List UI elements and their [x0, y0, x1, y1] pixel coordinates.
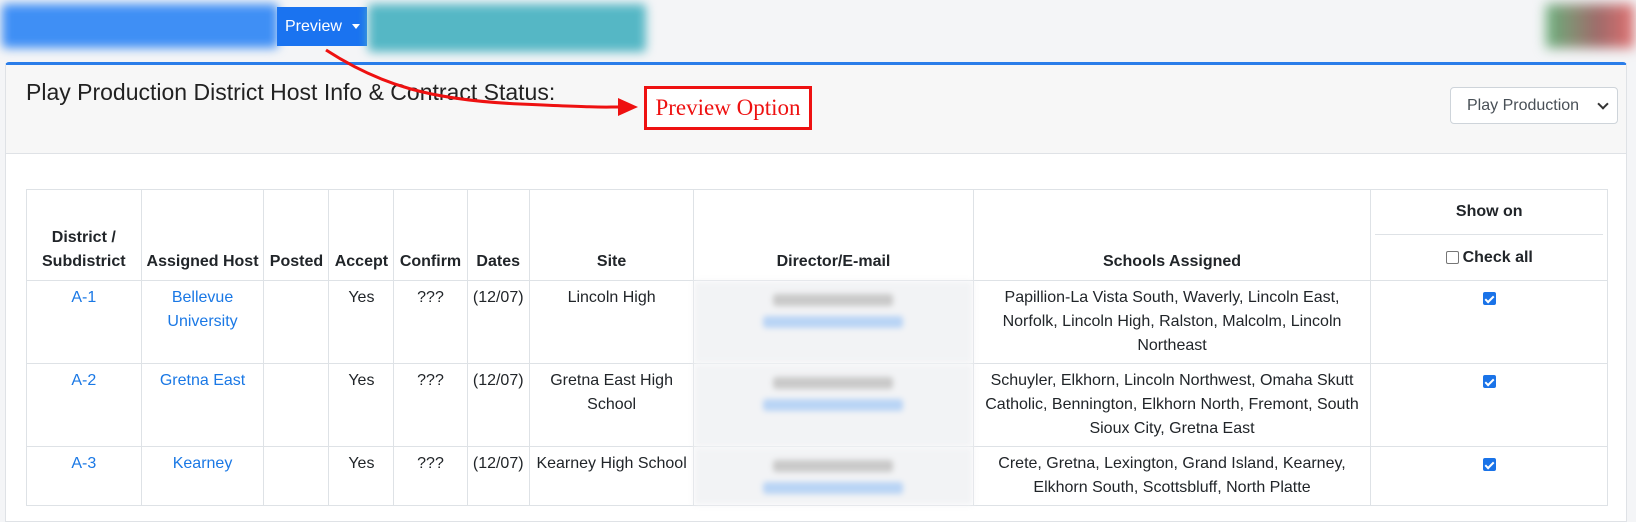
dates-cell: (12/07)	[466, 446, 530, 506]
col-posted: Posted	[263, 189, 330, 281]
schools-cell: Papillion-La Vista South, Waverly, Linco…	[972, 280, 1372, 364]
redacted-nav-middle	[368, 4, 646, 52]
posted-cell	[263, 363, 330, 447]
activity-select[interactable]: Play Production	[1450, 87, 1618, 124]
activity-select-value: Play Production	[1467, 96, 1580, 114]
show-on-label: Show on	[1375, 190, 1603, 235]
posted-cell	[263, 280, 330, 364]
director-cell-redacted	[693, 363, 974, 447]
director-cell-redacted	[693, 446, 974, 506]
site-cell: Gretna East High School	[528, 363, 695, 447]
contract-status-table: District / Subdistrict Assigned Host Pos…	[26, 189, 1608, 506]
show-on-checkbox[interactable]	[1482, 292, 1496, 305]
top-navbar: Preview	[0, 0, 1636, 58]
confirm-cell: ???	[393, 280, 468, 364]
district-link[interactable]: A-3	[71, 455, 96, 472]
district-link[interactable]: A-1	[71, 289, 96, 306]
card-header: Play Production District Host Info & Con…	[6, 65, 1626, 154]
show-cell	[1370, 280, 1608, 364]
site-cell: Lincoln High	[528, 280, 695, 364]
col-show-on: Show on Check all	[1370, 189, 1608, 281]
confirm-cell: ???	[393, 363, 468, 447]
col-schools: Schools Assigned	[972, 189, 1372, 281]
district-link[interactable]: A-2	[71, 372, 96, 389]
col-director: Director/E-mail	[693, 189, 974, 281]
host-link[interactable]: Bellevue University	[167, 289, 237, 330]
confirm-cell: ???	[393, 446, 468, 506]
redacted-nav-left	[2, 4, 278, 48]
col-accept: Accept	[328, 189, 395, 281]
col-confirm: Confirm	[393, 189, 468, 281]
preview-label: Preview	[285, 17, 342, 35]
schools-cell: Schuyler, Elkhorn, Lincoln Northwest, Om…	[972, 363, 1372, 447]
show-on-checkbox[interactable]	[1482, 375, 1496, 388]
table-row: A-1 Bellevue University Yes ??? (12/07) …	[26, 280, 1608, 364]
show-cell	[1370, 446, 1608, 506]
posted-cell	[263, 446, 330, 506]
caret-down-icon	[351, 24, 360, 29]
table-row: A-3 Kearney Yes ??? (12/07) Kearney High…	[26, 446, 1608, 506]
col-dates: Dates	[466, 189, 530, 281]
schools-cell: Crete, Gretna, Lexington, Grand Island, …	[972, 446, 1372, 506]
accept-cell: Yes	[328, 363, 395, 447]
site-cell: Kearney High School	[528, 446, 695, 506]
check-all-label: Check all	[1462, 248, 1533, 266]
preview-option-callout: Preview Option	[644, 86, 812, 130]
accept-cell: Yes	[328, 446, 395, 506]
check-all-checkbox[interactable]	[1445, 251, 1459, 264]
redacted-nav-right	[1546, 4, 1634, 48]
col-assigned-host: Assigned Host	[140, 189, 265, 281]
preview-dropdown-button[interactable]: Preview	[277, 7, 367, 46]
col-site: Site	[528, 189, 695, 281]
show-on-checkbox[interactable]	[1482, 458, 1496, 471]
chevron-down-icon	[1597, 98, 1609, 110]
dates-cell: (12/07)	[466, 363, 530, 447]
check-all-control[interactable]: Check all	[1371, 235, 1607, 280]
table-row: A-2 Gretna East Yes ??? (12/07) Gretna E…	[26, 363, 1608, 447]
page-title: Play Production District Host Info & Con…	[26, 79, 556, 105]
col-district: District / Subdistrict	[26, 189, 142, 281]
host-link[interactable]: Kearney	[173, 455, 233, 472]
host-link[interactable]: Gretna East	[160, 372, 245, 389]
accept-cell: Yes	[328, 280, 395, 364]
director-cell-redacted	[693, 280, 974, 364]
dates-cell: (12/07)	[466, 280, 530, 364]
show-cell	[1370, 363, 1608, 447]
